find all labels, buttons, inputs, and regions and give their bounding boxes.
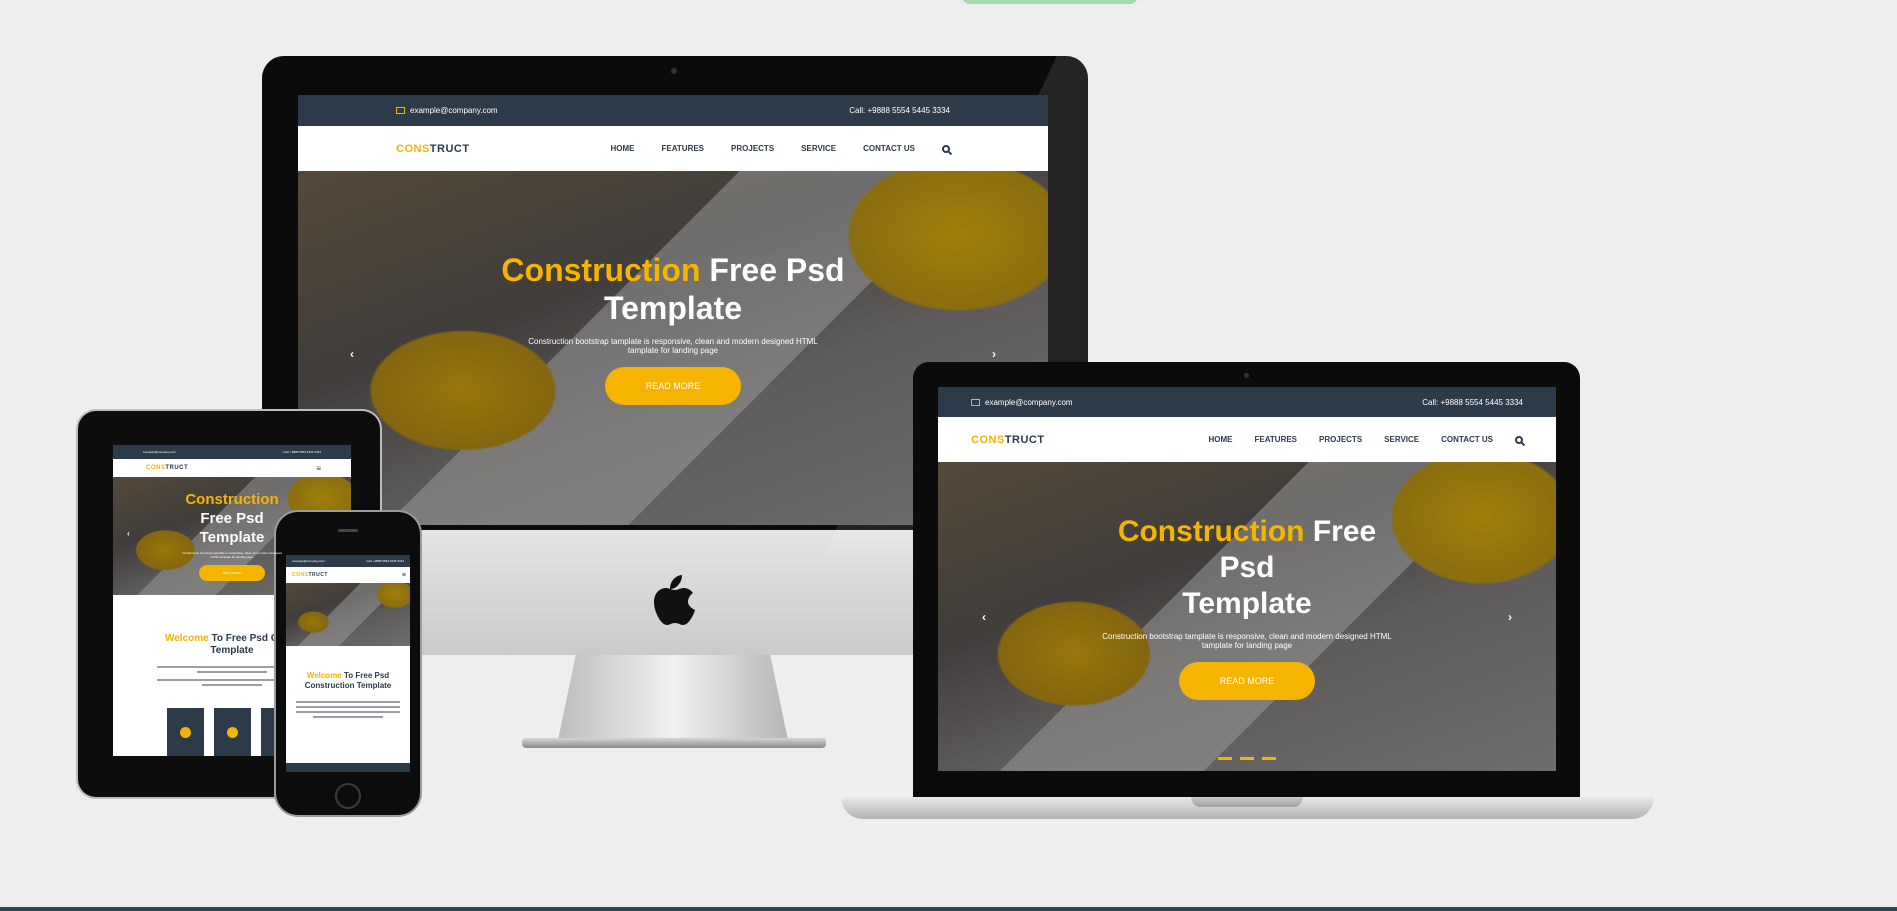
hero-title-highlight: Construction	[185, 491, 279, 509]
phone-text: Call: +9888 5554 5445 3334	[849, 106, 950, 115]
phone-text: Call: +9888 5554 5445 3334	[366, 559, 404, 563]
topbar-email: example@company.com	[396, 106, 498, 115]
hero-slider: ‹ Construction Free Psd Template Constru…	[113, 477, 351, 595]
welcome-rest: To Free Psd	[344, 671, 390, 680]
hero-title-line2: Template	[199, 528, 265, 546]
site-topbar: example@company.com Call: +9888 5554 544…	[298, 95, 1048, 126]
nav-projects[interactable]: PROJECTS	[731, 144, 774, 153]
hero-slider: ‹ › Construction Free Psd Template Const…	[298, 171, 1048, 525]
imac-camera	[671, 68, 677, 74]
top-decorative-tab	[962, 0, 1138, 4]
search-icon[interactable]	[1515, 435, 1523, 444]
site-logo[interactable]: CONSTRUCT	[396, 143, 470, 155]
welcome-heading: Welcome To Free Psd Construction Templat…	[286, 671, 410, 690]
nav-projects[interactable]: PROJECTS	[1319, 435, 1362, 444]
macbook-notch	[1191, 797, 1303, 807]
hero-content: Construction Free Psd Template Construct…	[938, 462, 1556, 771]
nav-home[interactable]: HOME	[611, 144, 635, 153]
hero-content	[286, 583, 410, 646]
hamburger-icon[interactable]: ≡	[402, 572, 406, 579]
nav-contact-us[interactable]: CONTACT US	[1441, 435, 1493, 444]
site-logo[interactable]: CONSTRUCT	[146, 465, 188, 471]
nav-service[interactable]: SERVICE	[1384, 435, 1419, 444]
hero-title: Construction Free Psd Template	[172, 491, 292, 547]
hero-title-line2: Template	[1182, 586, 1312, 620]
welcome-highlight: Welcome	[306, 671, 342, 680]
nav-features[interactable]: FEATURES	[1255, 435, 1298, 444]
imac-stand	[558, 652, 788, 740]
hero-content: Construction Free Psd Template Construct…	[113, 477, 351, 595]
hero-slider	[286, 583, 410, 646]
search-icon[interactable]	[942, 144, 950, 153]
apple-logo	[654, 575, 695, 625]
email-text[interactable]: example@company.com	[410, 106, 498, 115]
welcome-paragraph	[286, 698, 410, 721]
envelope-icon	[396, 107, 405, 114]
slider-dot[interactable]	[1218, 757, 1232, 760]
hero-title: Construction Free Psd Template	[1102, 514, 1392, 622]
nav-service[interactable]: SERVICE	[801, 144, 836, 153]
hero-subtitle: Construction bootstrap tamplate is respo…	[1102, 631, 1392, 650]
imac-base	[522, 738, 826, 748]
welcome-line2: Construction Template	[304, 680, 392, 690]
hero-title-rest: Free Psd	[709, 251, 845, 288]
hero-title-line2: Template	[603, 290, 743, 326]
hero-title-highlight: Construction	[1117, 514, 1305, 548]
nav-menu: HOME FEATURES PROJECTS SERVICE CONTACT U…	[1209, 435, 1523, 444]
macbook-camera	[1244, 373, 1249, 378]
nav-home[interactable]: HOME	[1209, 435, 1233, 444]
feature-strip	[286, 763, 410, 772]
hero-title: Construction Free Psd Template	[493, 251, 853, 328]
read-more-button[interactable]: READ MORE	[199, 564, 265, 581]
imac-screen: example@company.com Call: +9888 5554 544…	[298, 95, 1048, 525]
phone-text: Call: +9888 5554 5445 3334	[1422, 397, 1523, 407]
welcome-highlight: Welcome	[164, 633, 209, 644]
slider-dots	[1218, 757, 1276, 760]
slider-dot[interactable]	[1240, 757, 1254, 760]
logo-rest: TRUCT	[165, 465, 189, 471]
nav-menu: HOME FEATURES PROJECTS SERVICE CONTACT U…	[611, 144, 950, 153]
welcome-line2: Template	[210, 645, 254, 656]
feature-box[interactable]	[213, 708, 251, 756]
nav-contact-us[interactable]: CONTACT US	[863, 144, 915, 153]
hero-subtitle: Construction bootstrap tamplate is respo…	[528, 337, 818, 356]
slider-dot[interactable]	[1262, 757, 1276, 760]
logo-highlight: CONS	[396, 142, 430, 155]
read-more-button[interactable]: READ MORE	[605, 367, 741, 406]
hero-title-highlight: Construction	[501, 251, 701, 288]
logo-highlight: CONS	[146, 465, 166, 471]
hero-slider: ‹ › Construction Free Psd Template Const…	[938, 462, 1556, 771]
site-navbar: CONSTRUCT HOME FEATURES PROJECTS SERVICE…	[298, 126, 1048, 171]
hero-subtitle: Construction bootstrap tamplate is respo…	[182, 550, 282, 559]
email-text[interactable]: example@company.com	[143, 450, 176, 454]
iphone-home-button	[335, 783, 361, 809]
bottom-border	[0, 907, 1897, 911]
feature-box[interactable]	[166, 708, 204, 756]
nav-features[interactable]: FEATURES	[662, 144, 705, 153]
hero-title-rest: Free Psd	[200, 510, 264, 528]
iphone-screen: example@company.com Call: +9888 5554 544…	[286, 555, 410, 772]
logo-rest: TRUCT	[429, 142, 470, 155]
hero-content: Construction Free Psd Template Construct…	[298, 171, 1048, 525]
read-more-button[interactable]: READ MORE	[1179, 661, 1315, 700]
